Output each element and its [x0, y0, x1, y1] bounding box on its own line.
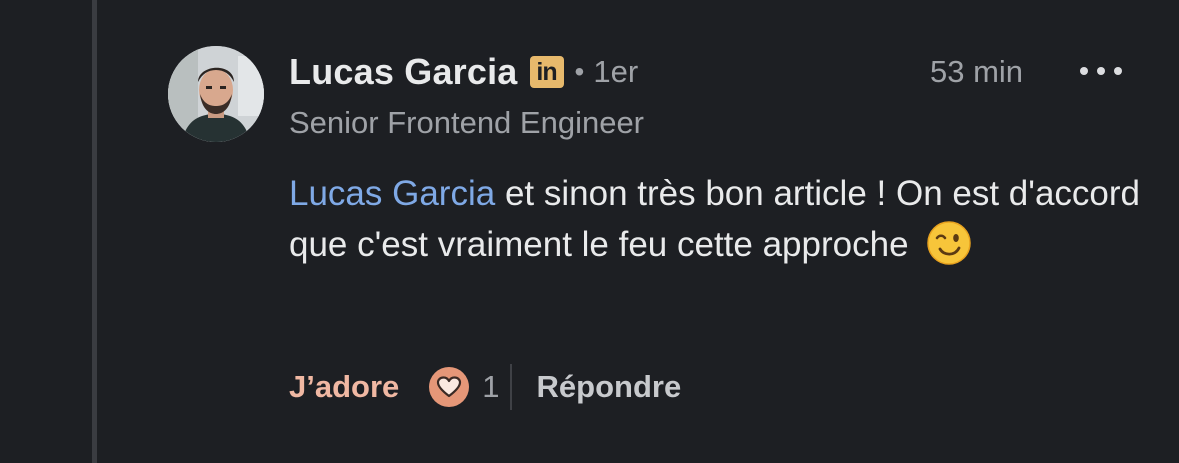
connection-degree: 1er: [593, 54, 639, 89]
more-horizontal-icon: [1097, 67, 1105, 75]
more-horizontal-icon: [1114, 67, 1122, 75]
reaction-count[interactable]: 1: [482, 369, 499, 405]
comment-actions: J’adore 1 Répondre: [289, 360, 681, 414]
heart-glyph-icon: [437, 376, 462, 398]
more-horizontal-icon: [1080, 67, 1088, 75]
author-headline: Senior Frontend Engineer: [289, 105, 645, 140]
comment-body: Lucas Garcia et sinon très bon article !…: [289, 168, 1169, 270]
author-name[interactable]: Lucas Garcia: [289, 51, 518, 93]
thread-line: [92, 0, 97, 463]
more-options-button[interactable]: [1080, 56, 1122, 86]
mention-link[interactable]: Lucas Garcia: [289, 174, 495, 213]
comment-timestamp: 53 min: [930, 54, 1024, 89]
actions-divider: [509, 364, 512, 410]
separator-dot: •: [574, 56, 585, 87]
like-button[interactable]: J’adore: [289, 369, 399, 405]
author-row: Lucas Garcia in • 1er: [289, 50, 638, 94]
avatar[interactable]: [168, 46, 264, 142]
linkedin-badge-icon: in: [529, 56, 564, 88]
heart-icon[interactable]: [429, 367, 470, 407]
reply-button[interactable]: Répondre: [537, 369, 682, 405]
winking-face-emoji-icon: [927, 221, 972, 265]
avatar-photo: [168, 46, 264, 142]
